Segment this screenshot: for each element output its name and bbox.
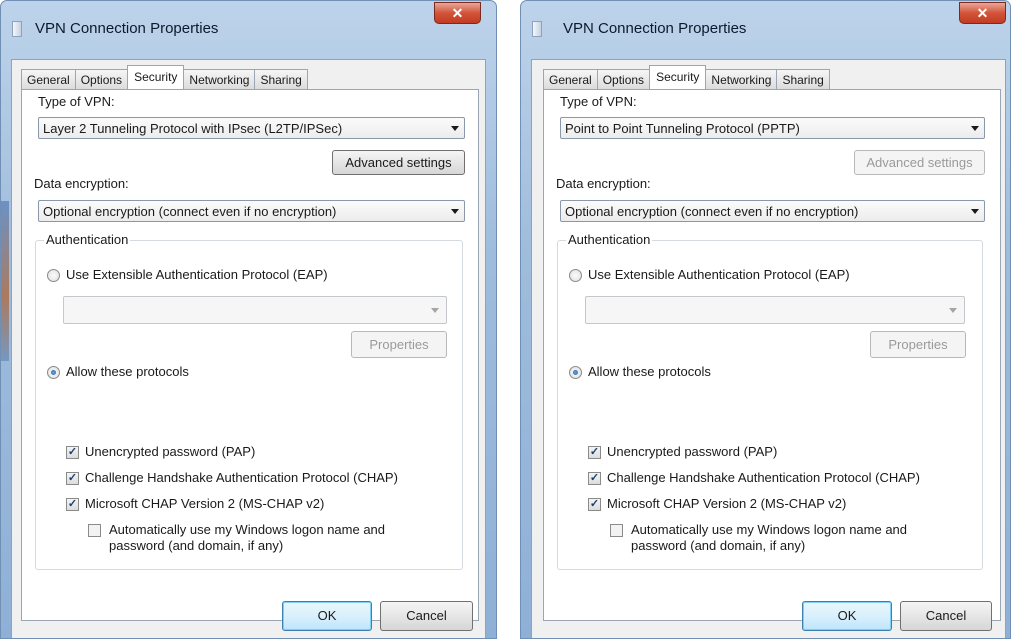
tab-networking[interactable]: Networking (705, 69, 778, 89)
mschap-v2-label: Microsoft CHAP Version 2 (MS-CHAP v2) (607, 496, 847, 511)
security-tab-page: Type of VPN: Point to Point Tunneling Pr… (543, 89, 1001, 621)
vpn-properties-dialog-l2tp: VPN Connection Properties ✕ General Opti… (0, 0, 497, 639)
use-eap-radio[interactable] (47, 269, 60, 282)
checkmark-icon: ✓ (589, 472, 600, 484)
checkmark-icon: ✓ (589, 498, 600, 510)
tab-sharing[interactable]: Sharing (776, 69, 830, 89)
tab-strip: General Options Security Networking Shar… (543, 65, 830, 89)
eap-method-select[interactable] (585, 296, 965, 324)
data-encryption-select[interactable]: Optional encryption (connect even if no … (38, 200, 465, 222)
chap-label: Challenge Handshake Authentication Proto… (607, 470, 920, 485)
tab-options[interactable]: Options (596, 69, 651, 89)
chevron-down-icon (431, 308, 439, 313)
auto-logon-checkbox[interactable] (88, 524, 101, 537)
allow-protocols-label: Allow these protocols (588, 364, 711, 379)
auto-logon-label: Automatically use my Windows logon name … (631, 522, 907, 554)
authentication-group: Authentication Use Extensible Authentica… (557, 232, 983, 570)
close-icon: ✕ (976, 4, 989, 21)
chap-label: Challenge Handshake Authentication Proto… (85, 470, 398, 485)
data-encryption-value: Optional encryption (connect even if no … (565, 204, 859, 219)
auto-logon-label-line-2: password (and domain, if any) (109, 538, 284, 553)
eap-method-select[interactable] (63, 296, 447, 324)
vpn-type-label: Type of VPN: (560, 94, 637, 109)
chap-checkbox[interactable]: ✓ (588, 472, 601, 485)
authentication-group-title: Authentication (566, 232, 653, 247)
pap-label: Unencrypted password (PAP) (85, 444, 256, 459)
tab-general[interactable]: General (21, 69, 76, 89)
cancel-button[interactable]: Cancel (380, 601, 473, 631)
checkmark-icon: ✓ (589, 446, 600, 458)
auto-logon-label-line-1: Automatically use my Windows logon name … (109, 522, 386, 537)
close-icon: ✕ (451, 4, 464, 21)
dialog-client-area: General Options Security Networking Shar… (11, 59, 486, 638)
tab-security[interactable]: Security (649, 65, 707, 89)
vpn-type-value: Layer 2 Tunneling Protocol with IPsec (L… (43, 121, 343, 136)
window-app-icon (532, 21, 542, 37)
authentication-group: Authentication Use Extensible Authentica… (35, 232, 463, 570)
advanced-settings-button[interactable]: Advanced settings (854, 150, 985, 175)
chevron-down-icon (949, 308, 957, 313)
vpn-type-label: Type of VPN: (38, 94, 115, 109)
vpn-type-value: Point to Point Tunneling Protocol (PPTP) (565, 121, 800, 136)
auto-logon-checkbox[interactable] (610, 524, 623, 537)
window-title: VPN Connection Properties (563, 20, 747, 37)
eap-properties-button[interactable]: Properties (351, 331, 447, 358)
chevron-down-icon (971, 126, 979, 131)
title-bar[interactable]: VPN Connection Properties ✕ (1, 1, 496, 59)
tab-general[interactable]: General (543, 69, 598, 89)
allow-protocols-radio[interactable] (47, 366, 60, 379)
mschap-v2-checkbox[interactable]: ✓ (66, 498, 79, 511)
mschap-v2-checkbox[interactable]: ✓ (588, 498, 601, 511)
data-encryption-select[interactable]: Optional encryption (connect even if no … (560, 200, 985, 222)
ok-button[interactable]: OK (802, 601, 892, 631)
pap-checkbox[interactable]: ✓ (66, 446, 79, 459)
data-encryption-value: Optional encryption (connect even if no … (43, 204, 337, 219)
window-edge-decoration (1, 201, 9, 361)
use-eap-label: Use Extensible Authentication Protocol (… (588, 267, 850, 282)
data-encryption-label: Data encryption: (34, 176, 129, 191)
eap-properties-button[interactable]: Properties (870, 331, 966, 358)
window-title: VPN Connection Properties (35, 20, 219, 37)
chap-checkbox[interactable]: ✓ (66, 472, 79, 485)
checkmark-icon: ✓ (67, 498, 78, 510)
vpn-type-select[interactable]: Layer 2 Tunneling Protocol with IPsec (L… (38, 117, 465, 139)
tab-options[interactable]: Options (74, 69, 129, 89)
use-eap-label: Use Extensible Authentication Protocol (… (66, 267, 328, 282)
title-bar[interactable]: VPN Connection Properties ✕ (521, 1, 1010, 59)
chevron-down-icon (451, 126, 459, 131)
pap-checkbox[interactable]: ✓ (588, 446, 601, 459)
cancel-button[interactable]: Cancel (900, 601, 992, 631)
vpn-properties-dialog-pptp: VPN Connection Properties ✕ General Opti… (520, 0, 1011, 639)
pap-label: Unencrypted password (PAP) (607, 444, 778, 459)
allow-protocols-radio[interactable] (569, 366, 582, 379)
tab-networking[interactable]: Networking (183, 69, 256, 89)
chevron-down-icon (451, 209, 459, 214)
checkmark-icon: ✓ (67, 472, 78, 484)
tab-sharing[interactable]: Sharing (254, 69, 308, 89)
checkmark-icon: ✓ (67, 446, 78, 458)
authentication-group-title: Authentication (44, 232, 131, 247)
vpn-type-select[interactable]: Point to Point Tunneling Protocol (PPTP) (560, 117, 985, 139)
tab-strip: General Options Security Networking Shar… (21, 65, 308, 89)
close-button[interactable]: ✕ (959, 2, 1006, 24)
auto-logon-label-line-2: password (and domain, if any) (631, 538, 806, 553)
use-eap-radio[interactable] (569, 269, 582, 282)
close-button[interactable]: ✕ (434, 2, 481, 24)
chevron-down-icon (971, 209, 979, 214)
auto-logon-label-line-1: Automatically use my Windows logon name … (631, 522, 908, 537)
dialog-client-area: General Options Security Networking Shar… (531, 59, 1006, 638)
allow-protocols-label: Allow these protocols (66, 364, 189, 379)
window-app-icon (12, 21, 22, 37)
data-encryption-label: Data encryption: (556, 176, 651, 191)
mschap-v2-label: Microsoft CHAP Version 2 (MS-CHAP v2) (85, 496, 325, 511)
security-tab-page: Type of VPN: Layer 2 Tunneling Protocol … (21, 89, 479, 621)
auto-logon-label: Automatically use my Windows logon name … (109, 522, 385, 554)
ok-button[interactable]: OK (282, 601, 372, 631)
tab-security[interactable]: Security (127, 65, 185, 89)
advanced-settings-button[interactable]: Advanced settings (332, 150, 465, 175)
